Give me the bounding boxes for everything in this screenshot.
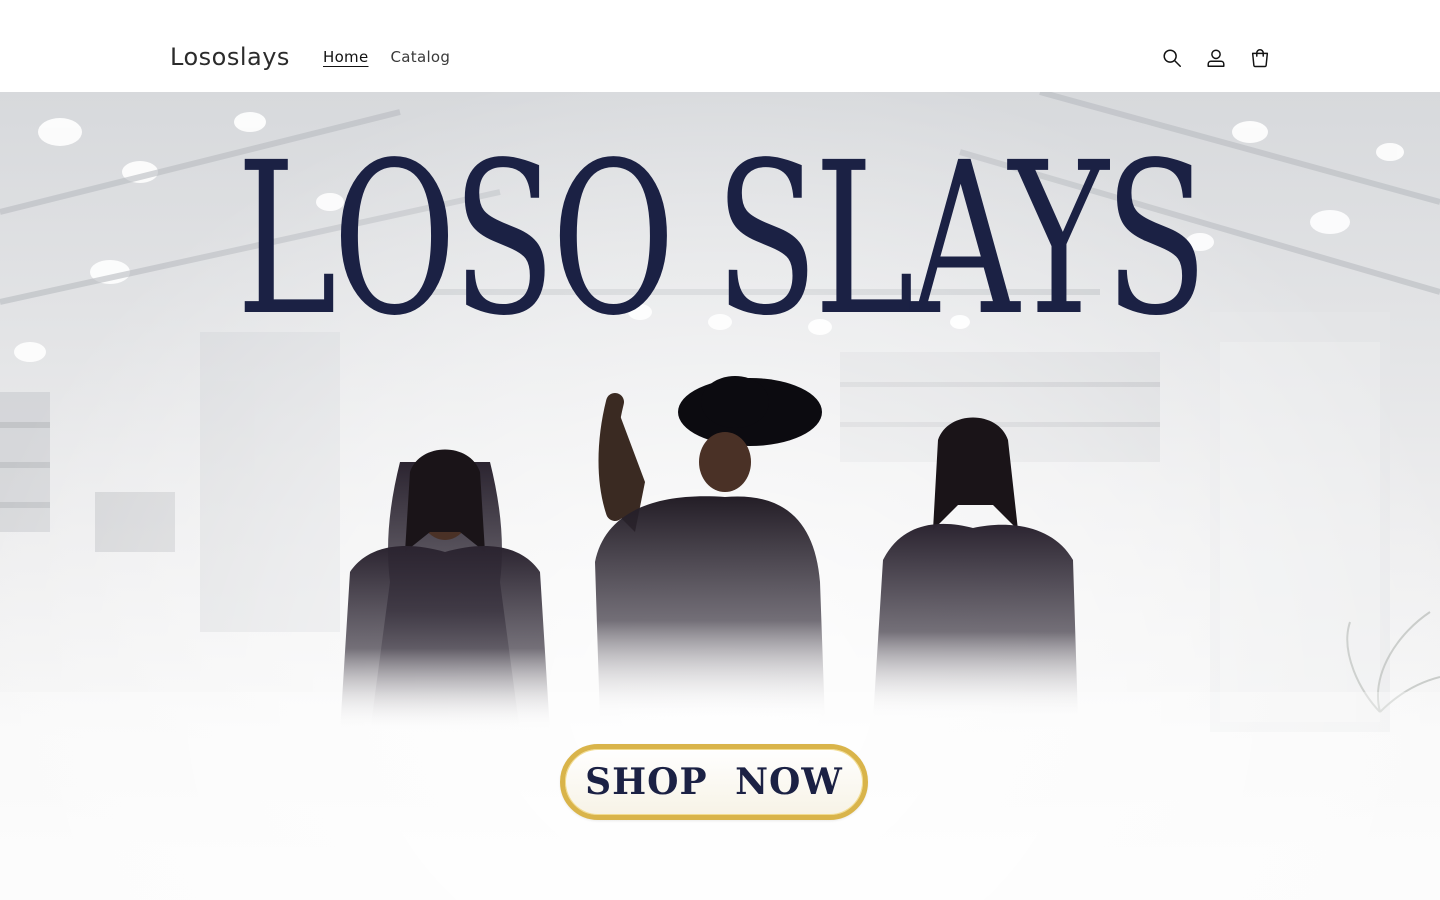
- search-icon: [1163, 49, 1181, 67]
- account-icon: [1207, 49, 1225, 67]
- site-logo[interactable]: Lososlays: [170, 42, 290, 72]
- hero-banner: LOSO SLAYS SHOP NOW: [0, 92, 1440, 900]
- model-left-image: [330, 432, 560, 732]
- shop-now-button[interactable]: SHOP NOW: [560, 744, 868, 820]
- search-button[interactable]: [1150, 36, 1194, 80]
- nav-home[interactable]: Home: [312, 46, 380, 68]
- site-header: Lososlays Home Catalog: [0, 0, 1440, 92]
- cart-icon: [1251, 49, 1269, 68]
- nav-catalog[interactable]: Catalog: [380, 46, 462, 68]
- cart-button[interactable]: [1238, 36, 1282, 80]
- hero-brand-title: LOSO SLAYS: [236, 117, 1208, 362]
- account-button[interactable]: [1194, 36, 1238, 80]
- model-right-image: [868, 410, 1088, 720]
- model-center-image: [585, 362, 835, 722]
- header-icons: [1150, 36, 1282, 80]
- shop-now-label: SHOP NOW: [585, 761, 843, 803]
- main-nav: Home Catalog: [312, 46, 461, 68]
